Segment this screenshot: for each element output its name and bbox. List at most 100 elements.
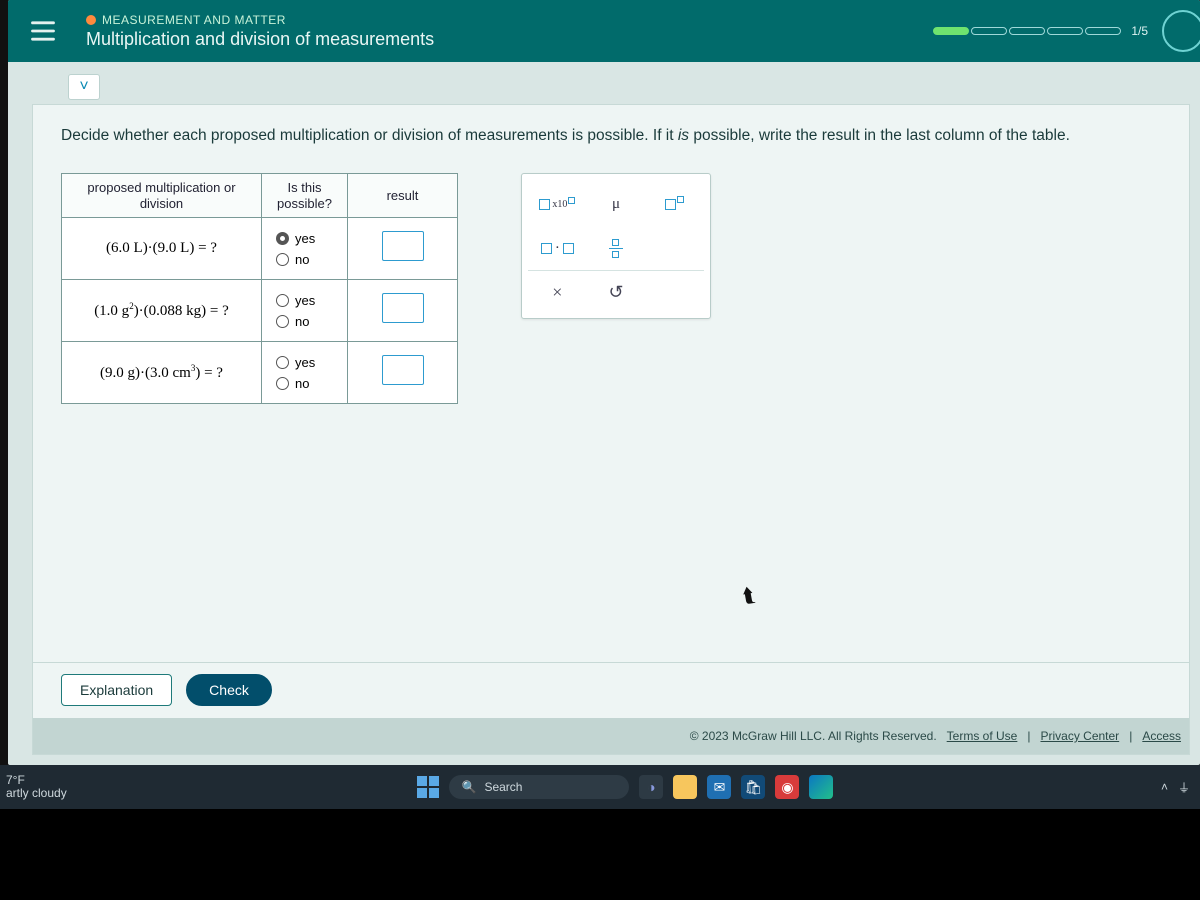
- footer-sep: |: [1129, 729, 1132, 743]
- placeholder-box-icon: [612, 251, 619, 258]
- breadcrumb-label: MEASUREMENT AND MATTER: [102, 13, 286, 27]
- radio-label: no: [295, 252, 309, 267]
- palette-clear[interactable]: ×: [538, 276, 576, 310]
- mu-label: μ: [612, 196, 620, 213]
- terms-link[interactable]: Terms of Use: [947, 729, 1018, 743]
- palette-sci-notation[interactable]: x10: [538, 187, 576, 221]
- mouse-cursor-icon: ⮬: [741, 584, 757, 609]
- placeholder-box-icon: [541, 243, 552, 254]
- taskbar-explorer[interactable]: [673, 775, 697, 799]
- symbol-palette: x10 μ ·: [521, 173, 711, 319]
- progress-seg: [1085, 27, 1121, 35]
- table-row: (6.0 L)·(9.0 L) = ? yes no: [62, 218, 458, 280]
- col-header-possible: Is this possible?: [262, 174, 348, 218]
- collapse-toggle[interactable]: ˅: [68, 74, 100, 100]
- radio-label: yes: [295, 293, 315, 308]
- dot-label: ·: [555, 240, 560, 257]
- radio-no[interactable]: no: [276, 376, 309, 391]
- radio-yes[interactable]: yes: [276, 293, 315, 308]
- search-placeholder: Search: [484, 780, 522, 794]
- radio-icon: [276, 356, 289, 369]
- monitor-bezel: [0, 809, 1200, 900]
- radio-icon: [276, 377, 289, 390]
- taskbar-search[interactable]: 🔍 Search: [449, 775, 629, 799]
- progress-seg: [933, 27, 969, 35]
- table-row: (1.0 g2)·(0.088 kg) = ? yes no: [62, 280, 458, 342]
- radio-icon: [276, 315, 289, 328]
- windows-taskbar: 7°F artly cloudy 🔍 Search ◑ ✉ 🛍 ◉ ˄ ⏚: [0, 765, 1200, 809]
- progress-seg: [971, 27, 1007, 35]
- taskbar-store[interactable]: 🛍: [741, 775, 765, 799]
- explanation-button[interactable]: Explanation: [61, 674, 172, 706]
- user-avatar[interactable]: [1162, 10, 1200, 52]
- progress-count: 1/5: [1131, 24, 1148, 38]
- radio-yes[interactable]: yes: [276, 231, 315, 246]
- col-header-expr: proposed multiplication or division: [62, 174, 262, 218]
- menu-button[interactable]: [8, 0, 78, 62]
- radio-no[interactable]: no: [276, 314, 309, 329]
- x10-label: x10: [552, 199, 567, 210]
- check-button[interactable]: Check: [186, 674, 272, 706]
- expression-cell: (9.0 g)·(3.0 cm3) = ?: [62, 342, 262, 404]
- tray-wifi-icon[interactable]: ⏚: [1178, 779, 1190, 796]
- hamburger-icon: [29, 17, 57, 45]
- footer-sep: |: [1027, 729, 1030, 743]
- question-panel: Decide whether each proposed multiplicat…: [32, 104, 1190, 755]
- copyright-text: © 2023 McGraw Hill LLC. All Rights Reser…: [690, 729, 937, 743]
- close-icon: ×: [552, 282, 562, 303]
- palette-undo[interactable]: ↺: [597, 276, 635, 310]
- placeholder-box-icon: [677, 196, 684, 203]
- footer-bar: © 2023 McGraw Hill LLC. All Rights Reser…: [33, 718, 1189, 754]
- result-input[interactable]: [382, 355, 424, 385]
- weather-desc: artly cloudy: [6, 787, 90, 800]
- privacy-link[interactable]: Privacy Center: [1040, 729, 1119, 743]
- taskbar-widgets[interactable]: ◑: [639, 775, 663, 799]
- table-row: (9.0 g)·(3.0 cm3) = ? yes no: [62, 342, 458, 404]
- measurement-table: proposed multiplication or division Is t…: [61, 173, 458, 404]
- prompt-italic: is: [678, 127, 689, 144]
- palette-mu[interactable]: μ: [597, 187, 635, 221]
- chevron-down-icon: ˅: [79, 78, 88, 96]
- radio-label: no: [295, 376, 309, 391]
- palette-fraction[interactable]: [597, 231, 635, 265]
- placeholder-box-icon: [665, 199, 676, 210]
- palette-superscript[interactable]: [656, 187, 694, 221]
- result-input[interactable]: [382, 231, 424, 261]
- expression-cell: (6.0 L)·(9.0 L) = ?: [62, 218, 262, 280]
- breadcrumb: MEASUREMENT AND MATTER: [86, 13, 931, 27]
- search-icon: 🔍: [461, 780, 476, 794]
- placeholder-box-icon: [568, 197, 575, 204]
- radio-no[interactable]: no: [276, 252, 309, 267]
- radio-label: yes: [295, 231, 315, 246]
- placeholder-box-icon: [539, 199, 550, 210]
- radio-icon: [276, 294, 289, 307]
- prompt-post: possible, write the result in the last c…: [689, 127, 1070, 144]
- radio-icon: [276, 253, 289, 266]
- taskbar-mail[interactable]: ✉: [707, 775, 731, 799]
- placeholder-box-icon: [563, 243, 574, 254]
- accessibility-link[interactable]: Access: [1142, 729, 1181, 743]
- radio-label: no: [295, 314, 309, 329]
- tray-chevron-icon[interactable]: ˄: [1161, 780, 1168, 794]
- undo-icon: ↺: [608, 282, 623, 303]
- taskbar-edge[interactable]: [809, 775, 833, 799]
- expression-cell: (1.0 g2)·(0.088 kg) = ?: [62, 280, 262, 342]
- progress-seg: [1047, 27, 1083, 35]
- radio-yes[interactable]: yes: [276, 355, 315, 370]
- result-input[interactable]: [382, 293, 424, 323]
- taskbar-weather[interactable]: 7°F artly cloudy: [0, 774, 90, 800]
- placeholder-box-icon: [612, 239, 619, 246]
- progress-indicator: 1/5: [931, 0, 1200, 62]
- progress-seg: [1009, 27, 1045, 35]
- taskbar-camera[interactable]: ◉: [775, 775, 799, 799]
- fraction-bar-icon: [609, 248, 623, 249]
- radio-icon: [276, 232, 289, 245]
- app-header: MEASUREMENT AND MATTER Multiplication an…: [8, 0, 1200, 62]
- page-title: Multiplication and division of measureme…: [86, 29, 931, 50]
- palette-multiply[interactable]: ·: [538, 231, 576, 265]
- col-header-result: result: [348, 174, 458, 218]
- start-button[interactable]: [417, 776, 439, 798]
- question-prompt: Decide whether each proposed multiplicat…: [61, 127, 1161, 145]
- prompt-pre: Decide whether each proposed multiplicat…: [61, 127, 678, 144]
- breadcrumb-dot-icon: [86, 15, 96, 25]
